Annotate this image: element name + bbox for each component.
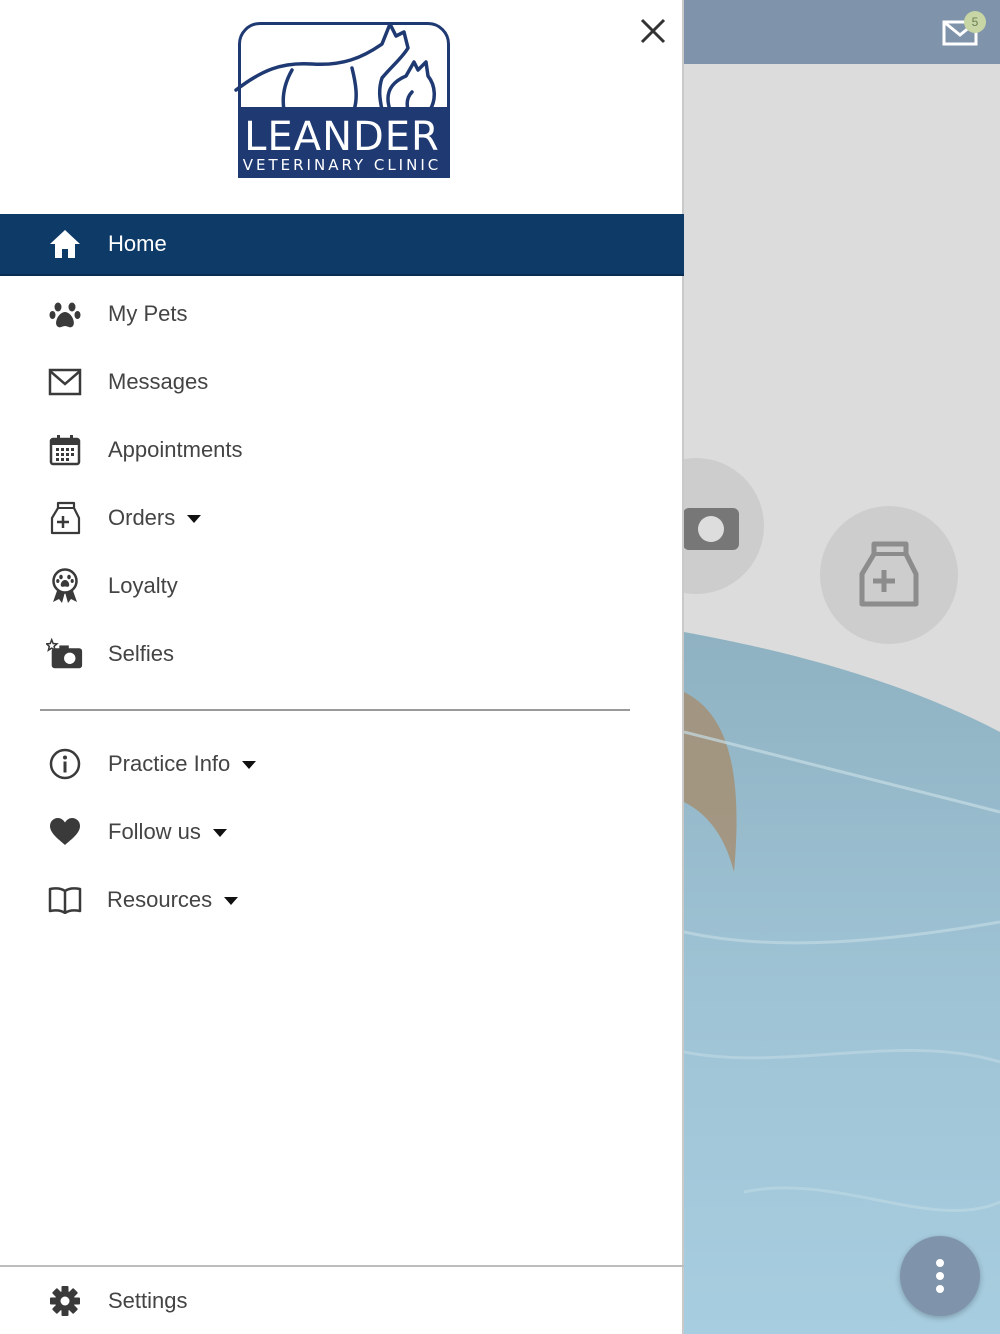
gear-icon bbox=[46, 1282, 84, 1320]
menu-item-label: Messages bbox=[108, 369, 209, 394]
info-icon bbox=[46, 745, 84, 783]
camera-star-icon bbox=[46, 635, 84, 673]
menu-item-label: My Pets bbox=[108, 301, 188, 326]
menu-item-messages[interactable]: Messages bbox=[0, 348, 684, 416]
menu-item-orders[interactable]: Orders bbox=[0, 484, 684, 552]
dog-swimming-photo bbox=[684, 632, 1000, 1334]
logo-subtitle: VETERINARY CLINIC bbox=[242, 156, 442, 174]
menu-item-settings[interactable]: Settings bbox=[0, 1267, 684, 1334]
envelope-icon bbox=[46, 363, 84, 401]
award-ribbon-icon bbox=[46, 567, 84, 605]
menu-item-loyalty[interactable]: Loyalty bbox=[0, 552, 684, 620]
menu-item-practice-info[interactable]: Practice Info bbox=[0, 730, 684, 798]
medicine-bag-icon bbox=[46, 499, 84, 537]
menu-item-follow-us[interactable]: Follow us bbox=[0, 798, 684, 866]
paw-icon bbox=[46, 295, 84, 333]
menu-item-label: Orders bbox=[108, 505, 202, 531]
primary-menu: Home My Pets Messages Appointments Order… bbox=[0, 214, 684, 688]
heart-icon bbox=[46, 813, 84, 851]
clinic-logo: LEANDER VETERINARY CLINIC bbox=[232, 18, 452, 180]
menu-item-label: Loyalty bbox=[108, 573, 178, 598]
book-icon bbox=[46, 881, 84, 919]
chevron-down-icon bbox=[224, 897, 239, 906]
menu-item-label: Appointments bbox=[108, 437, 243, 462]
menu-item-label: Home bbox=[108, 231, 167, 256]
menu-item-label: Selfies bbox=[108, 641, 175, 666]
menu-item-label: Settings bbox=[108, 1288, 188, 1313]
more-options-button[interactable] bbox=[900, 1236, 980, 1316]
drawer-footer: Settings bbox=[0, 1265, 684, 1334]
message-count-badge: 5 bbox=[964, 11, 986, 33]
orders-shortcut-button[interactable] bbox=[820, 506, 958, 644]
menu-item-my-pets[interactable]: My Pets bbox=[0, 280, 684, 348]
menu-item-label: Resources bbox=[107, 887, 239, 913]
home-icon bbox=[46, 225, 84, 263]
chevron-down-icon bbox=[212, 829, 227, 838]
chevron-down-icon bbox=[187, 515, 202, 524]
menu-item-resources[interactable]: Resources bbox=[0, 866, 684, 934]
menu-item-label: Practice Info bbox=[108, 751, 257, 777]
menu-item-selfies[interactable]: Selfies bbox=[0, 620, 684, 688]
dog-cat-logo-icon bbox=[234, 22, 436, 112]
calendar-icon bbox=[46, 431, 84, 469]
menu-divider bbox=[40, 709, 630, 711]
logo-title: LEANDER bbox=[244, 114, 440, 160]
menu-item-home[interactable]: Home bbox=[0, 214, 684, 276]
menu-item-appointments[interactable]: Appointments bbox=[0, 416, 684, 484]
close-drawer-button[interactable] bbox=[632, 10, 674, 52]
navigation-drawer: LEANDER VETERINARY CLINIC Home My Pets M… bbox=[0, 0, 684, 1334]
close-icon bbox=[640, 18, 666, 44]
chevron-down-icon bbox=[242, 761, 257, 770]
secondary-menu: Practice Info Follow us Resources bbox=[0, 730, 684, 934]
menu-item-label: Follow us bbox=[108, 819, 227, 845]
